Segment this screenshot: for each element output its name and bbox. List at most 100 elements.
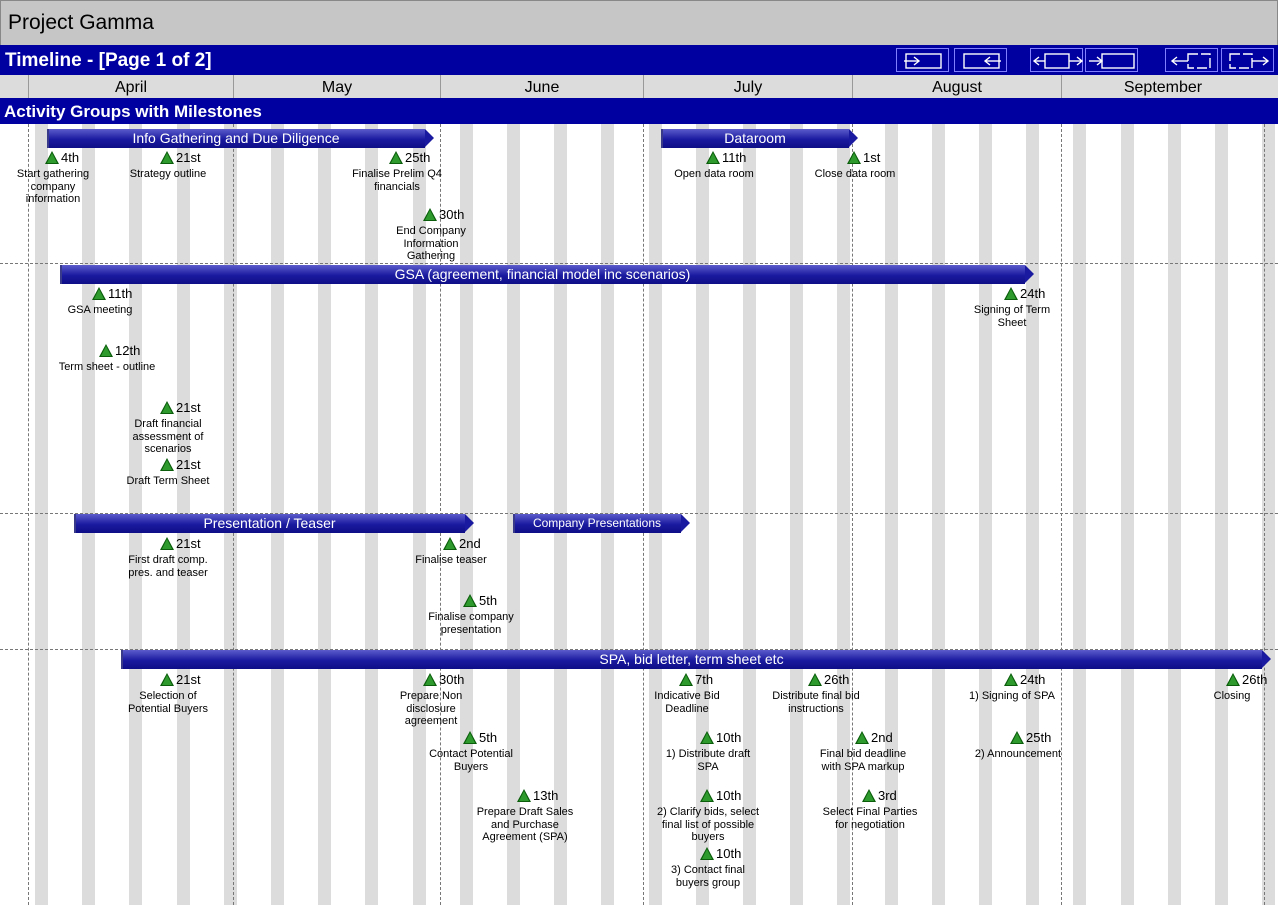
milestone-desc: Finalise teaser	[415, 554, 487, 566]
weekend-stripe	[35, 124, 48, 905]
milestone-desc: Start gathering company information	[16, 168, 90, 205]
timeline-canvas: Info Gathering and Due Diligence Dataroo…	[0, 124, 1278, 905]
milestone-date: 25th	[1026, 730, 1052, 745]
activity-bar[interactable]: Info Gathering and Due Diligence	[47, 129, 434, 148]
scroll-right-button[interactable]	[1221, 48, 1274, 72]
scroll-left-button[interactable]	[1165, 48, 1218, 72]
weekend-stripe	[1168, 124, 1181, 905]
milestone-date: 10th	[716, 846, 742, 861]
activity-bar[interactable]: SPA, bid letter, term sheet etc	[121, 650, 1271, 669]
month-june: June	[440, 75, 643, 98]
month-august: August	[852, 75, 1061, 98]
milestone-date: 10th	[716, 730, 742, 745]
milestone-desc: Selection of Potential Buyers	[127, 690, 209, 715]
milestone-date: 3rd	[878, 788, 897, 803]
group-separator	[0, 263, 1278, 264]
scroll-left-icon	[1170, 53, 1211, 69]
milestone-date: 2nd	[871, 730, 893, 745]
milestone-desc: Finalise Prelim Q4 financials	[352, 168, 442, 193]
milestone-date: 21st	[176, 400, 201, 415]
shrink-right-icon	[963, 53, 1001, 69]
milestone-desc: Draft financial assessment of scenarios	[132, 418, 204, 455]
milestone-date: 30th	[439, 207, 465, 222]
milestone-date: 13th	[533, 788, 559, 803]
milestone-triangle-icon	[847, 151, 861, 164]
bar-arrow-icon	[425, 129, 434, 147]
bar-arrow-icon	[849, 129, 858, 147]
milestone-date: 2nd	[459, 536, 481, 551]
milestone-desc: Close data room	[814, 168, 896, 180]
bar-arrow-icon	[465, 514, 474, 532]
milestone-triangle-icon	[423, 673, 437, 686]
milestone-triangle-icon	[160, 151, 174, 164]
milestone-desc: 2) Announcement	[974, 748, 1062, 760]
milestone-desc: Indicative Bid Deadline	[654, 690, 720, 715]
section-header: Activity Groups with Milestones	[0, 98, 1278, 124]
bar-label: Dataroom	[724, 130, 786, 146]
milestone-triangle-icon	[679, 673, 693, 686]
activity-bar[interactable]: Company Presentations	[513, 514, 690, 533]
milestone-triangle-icon	[423, 208, 437, 221]
milestone-triangle-icon	[706, 151, 720, 164]
month-july: July	[643, 75, 852, 98]
weekend-stripe	[1073, 124, 1086, 905]
milestone-triangle-icon	[160, 458, 174, 471]
shrink-right-button[interactable]	[954, 48, 1007, 72]
milestone-triangle-icon	[160, 401, 174, 414]
milestone-desc: Prepare Non disclosure agreement	[399, 690, 463, 727]
app-title-bar: Project Gamma	[0, 0, 1278, 46]
milestone-desc: Term sheet - outline	[58, 361, 156, 373]
month-divider	[1264, 124, 1265, 905]
expand-left-button[interactable]	[1030, 48, 1084, 72]
milestone-desc: Select Final Parties for negotiation	[822, 806, 918, 831]
milestone-triangle-icon	[1004, 673, 1018, 686]
month-divider	[28, 124, 29, 905]
activity-bar[interactable]: Presentation / Teaser	[74, 514, 474, 533]
milestone-date: 12th	[115, 343, 141, 358]
milestone-desc: End Company Information Gathering	[396, 225, 466, 262]
milestone-date: 21st	[176, 536, 201, 551]
shrink-left-button[interactable]	[896, 48, 949, 72]
milestone-desc: Final bid deadline with SPA markup	[819, 748, 907, 773]
milestone-desc: 3) Contact final buyers group	[671, 864, 745, 889]
app-title: Project Gamma	[8, 11, 154, 34]
expand-right-icon	[1089, 53, 1135, 69]
bar-label: SPA, bid letter, term sheet etc	[599, 651, 784, 667]
section-title: Activity Groups with Milestones	[4, 102, 262, 121]
milestone-date: 1st	[863, 150, 881, 165]
activity-bar[interactable]: Dataroom	[661, 129, 858, 148]
milestone-date: 24th	[1020, 286, 1046, 301]
milestone-triangle-icon	[517, 789, 531, 802]
milestone-triangle-icon	[700, 731, 714, 744]
month-header: April May June July August September	[0, 75, 1278, 98]
milestone-triangle-icon	[463, 594, 477, 607]
bar-label: Company Presentations	[532, 516, 662, 530]
milestone-triangle-icon	[92, 287, 106, 300]
milestone-date: 21st	[176, 672, 201, 687]
milestone-date: 25th	[405, 150, 431, 165]
expand-left-icon	[1032, 53, 1084, 69]
milestone-date: 24th	[1020, 672, 1046, 687]
milestone-desc: Draft Term Sheet	[126, 475, 210, 487]
milestone-triangle-icon	[160, 673, 174, 686]
milestone-desc: 1) Distribute draft SPA	[665, 748, 751, 773]
weekend-stripe	[1121, 124, 1134, 905]
activity-bar[interactable]: GSA (agreement, financial model inc scen…	[60, 265, 1034, 284]
milestone-desc: GSA meeting	[67, 304, 133, 316]
timeline-title: Timeline - [Page 1 of 2]	[5, 50, 212, 71]
milestone-date: 5th	[479, 730, 498, 745]
milestone-date: 5th	[479, 593, 498, 608]
milestone-triangle-icon	[463, 731, 477, 744]
milestone-date: 10th	[716, 788, 742, 803]
milestone-date: 30th	[439, 672, 465, 687]
shrink-left-icon	[904, 53, 942, 69]
month-april: April	[28, 75, 233, 98]
expand-right-button[interactable]	[1085, 48, 1138, 72]
milestone-desc: Contact Potential Buyers	[429, 748, 513, 773]
milestone-triangle-icon	[1004, 287, 1018, 300]
milestone-date: 11th	[108, 286, 133, 301]
weekend-stripe	[932, 124, 945, 905]
milestone-date: 21st	[176, 457, 201, 472]
milestone-desc: Open data room	[674, 168, 754, 180]
weekend-stripe	[837, 124, 850, 905]
